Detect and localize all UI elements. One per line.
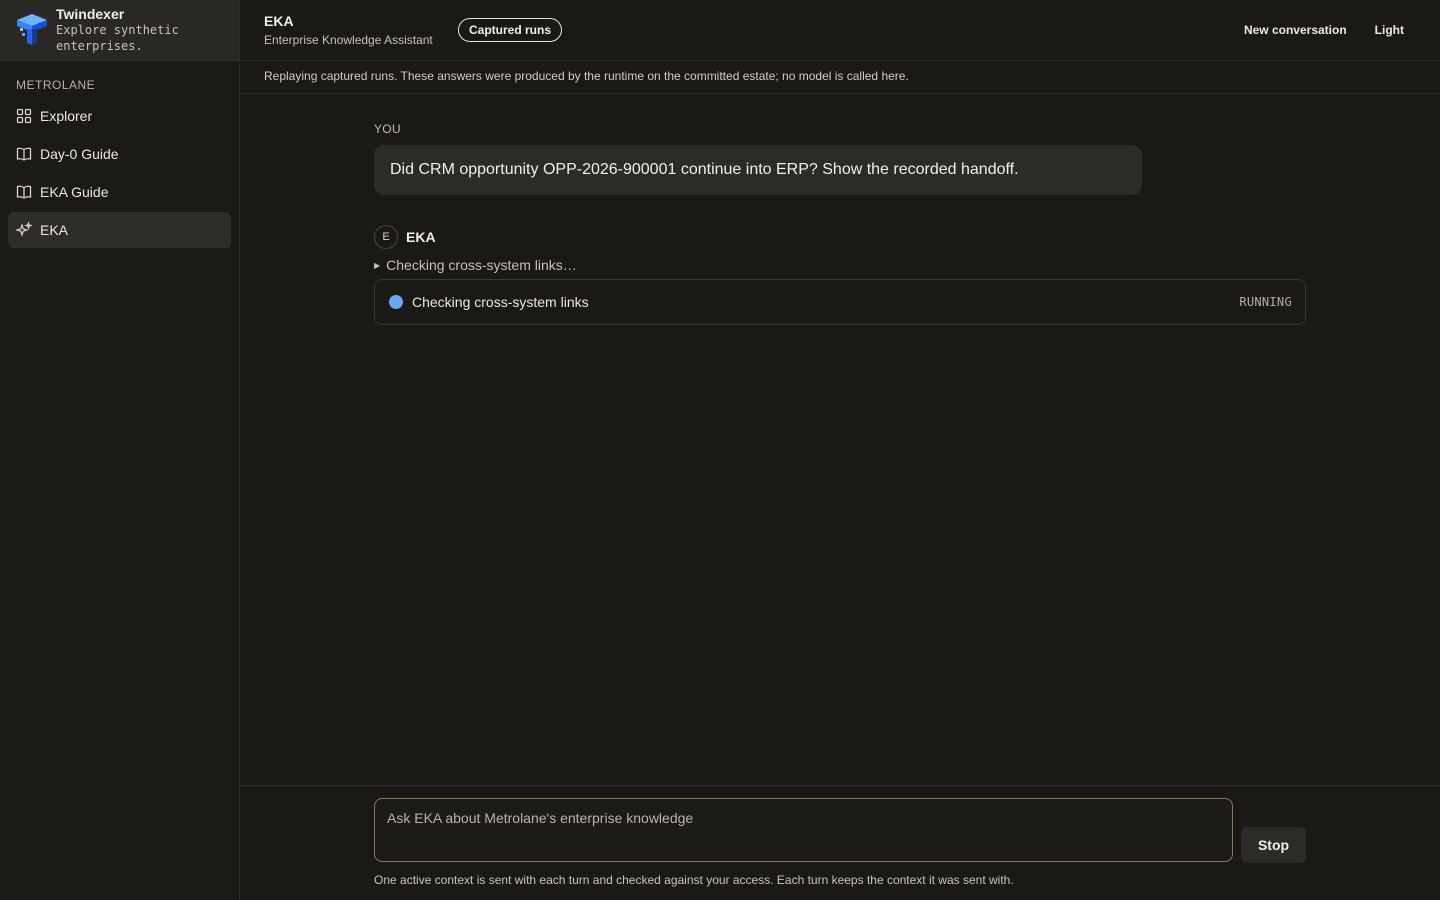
page-subtitle: Enterprise Knowledge Assistant xyxy=(264,33,433,47)
sidebar-item-label: EKA Guide xyxy=(40,184,109,200)
message-input[interactable] xyxy=(374,798,1233,862)
conversation: YOU Did CRM opportunity OPP-2026-900001 … xyxy=(374,94,1306,325)
grid-icon xyxy=(16,108,32,124)
stop-button[interactable]: Stop xyxy=(1241,827,1306,863)
user-message: Did CRM opportunity OPP-2026-900001 cont… xyxy=(374,145,1142,195)
captured-runs-badge: Captured runs xyxy=(458,18,563,42)
assistant-header: E EKA xyxy=(374,225,1306,249)
user-label: YOU xyxy=(374,122,401,136)
book-icon xyxy=(16,146,32,162)
composer-area: Stop One active context is sent with eac… xyxy=(240,785,1440,900)
top-actions: New conversation Light xyxy=(1216,0,1404,60)
sidebar-item-label: EKA xyxy=(40,222,69,238)
top-bar: EKA Enterprise Knowledge Assistant Captu… xyxy=(240,0,1440,61)
composer-note: One active context is sent with each tur… xyxy=(374,873,1014,887)
workspace-label: METROLANE xyxy=(16,78,96,92)
step-card: Checking cross-system links RUNNING xyxy=(374,279,1306,325)
sidebar-item-label: Explorer xyxy=(40,108,93,124)
trace-summary: Checking cross-system links… xyxy=(386,257,577,273)
trace-toggle[interactable]: ▶ Checking cross-system links… xyxy=(374,256,1306,274)
sidebar-item-eka[interactable]: EKA xyxy=(8,212,231,248)
page-title: EKA xyxy=(264,13,294,29)
caret-right-icon: ▶ xyxy=(374,261,381,270)
sidebar-item-day0-guide[interactable]: Day-0 Guide xyxy=(8,136,231,172)
sidebar-item-eka-guide[interactable]: EKA Guide xyxy=(8,174,231,210)
status-badge: RUNNING xyxy=(1239,295,1292,309)
assistant-name: EKA xyxy=(406,229,436,245)
app-name: Twindexer xyxy=(56,6,125,22)
app-tagline: Explore synthetic enterprises. xyxy=(56,23,179,53)
avatar: E xyxy=(374,225,398,249)
theme-toggle-button[interactable]: Light xyxy=(1375,23,1404,37)
step-text: Checking cross-system links xyxy=(412,294,589,310)
brand-header[interactable]: Twindexer Explore synthetic enterprises. xyxy=(0,0,239,61)
sparkle-icon xyxy=(16,222,32,238)
sidebar-item-label: Day-0 Guide xyxy=(40,146,119,162)
book-icon xyxy=(16,184,32,200)
sidebar-item-explorer[interactable]: Explorer xyxy=(8,98,231,134)
sidebar-nav: Explorer Day-0 Guide EKA Guide EKA xyxy=(0,98,239,248)
twindexer-logo-icon xyxy=(17,14,47,45)
status-dot-icon xyxy=(389,295,403,309)
new-conversation-button[interactable]: New conversation xyxy=(1244,23,1347,37)
sidebar: Twindexer Explore synthetic enterprises.… xyxy=(0,0,240,900)
replay-banner: Replaying captured runs. These answers w… xyxy=(240,61,1440,94)
